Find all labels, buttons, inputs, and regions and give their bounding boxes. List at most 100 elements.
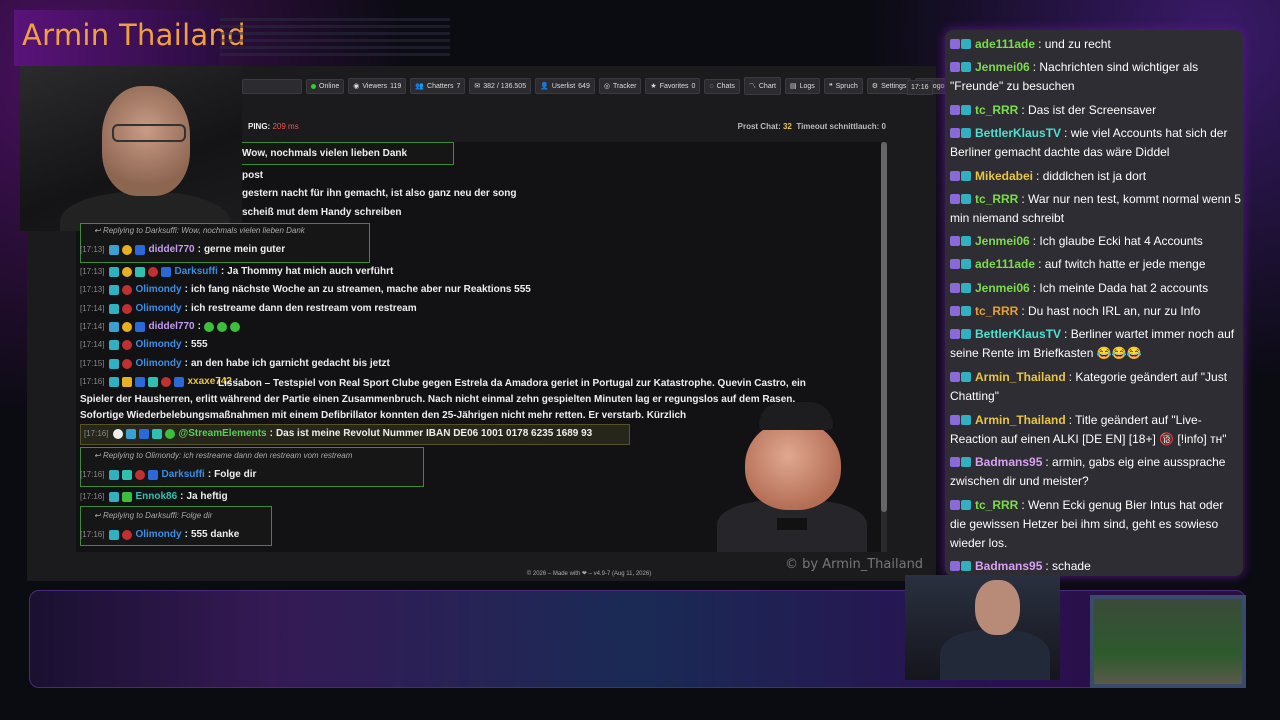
- stream-chat-message: tc_RRR: Wenn Ecki genug Bier Intus hat o…: [950, 496, 1242, 553]
- timestamp: [17:14]: [80, 322, 105, 331]
- message-text: gerne mein guter: [203, 244, 286, 255]
- timestamp: [17:14]: [80, 304, 105, 313]
- timeout-value: 0: [881, 121, 886, 131]
- stream-chat-username[interactable]: Jenmei06: [975, 60, 1030, 74]
- status-bar: PING: 209 ms Prost Chat: 32 Timeout schn…: [242, 118, 886, 134]
- message-text: Folge dir: [214, 469, 257, 480]
- reply-text: Replying to Darksuffi: Wow, nochmals vie…: [102, 226, 305, 235]
- scrollbar-thumb[interactable]: [881, 142, 887, 512]
- chatters-button[interactable]: 👥 Chatters 7: [410, 78, 466, 94]
- search-input[interactable]: [242, 78, 302, 94]
- logs-button[interactable]: ▤ Logs: [785, 78, 820, 94]
- cartoon-character-image: [705, 400, 880, 552]
- logs-icon: ▤: [790, 83, 797, 90]
- spruch-button[interactable]: ❝ Spruch: [823, 78, 863, 94]
- username[interactable]: diddel770: [148, 321, 194, 332]
- stream-chat-username[interactable]: Mikedabei: [975, 169, 1033, 183]
- stream-chat-message: Armin_Thailand: Title geändert auf "Live…: [950, 411, 1242, 449]
- person-body: [940, 630, 1050, 680]
- username[interactable]: Olimondy: [135, 339, 181, 350]
- timestamp: [17:15]: [80, 359, 105, 368]
- tracker-button[interactable]: ◎ Tracker: [598, 78, 642, 94]
- username[interactable]: diddel770: [148, 244, 194, 255]
- stream-chat-message: tc_RRR: Das ist der Screensaver: [950, 101, 1242, 120]
- badge-icon: [961, 259, 971, 269]
- username[interactable]: Darksuffi: [174, 266, 217, 277]
- favorites-count: 0: [691, 82, 696, 90]
- username[interactable]: Olimondy: [135, 358, 181, 369]
- quote-icon: ❝: [828, 83, 833, 90]
- stream-chat-username[interactable]: Jenmei06: [975, 234, 1030, 248]
- badge-icon: [950, 372, 960, 382]
- bowler-hat-icon: [759, 402, 833, 430]
- stream-chat-username[interactable]: tc_RRR: [975, 498, 1018, 512]
- message-icon: ✉: [474, 83, 481, 90]
- username[interactable]: Olimondy: [135, 284, 181, 295]
- stream-chat-username[interactable]: tc_RRR: [975, 304, 1018, 318]
- chat-message: [17:13] Darksuffi: Ja Thommy hat mich au…: [80, 266, 394, 277]
- userlist-label: Userlist: [551, 82, 576, 90]
- timestamp: [17:14]: [80, 340, 105, 349]
- badge-icon: [109, 244, 120, 255]
- badge-icon: [950, 236, 960, 246]
- stream-chat-username[interactable]: tc_RRR: [975, 103, 1018, 117]
- badge-icon: [950, 329, 960, 339]
- badge-icon: [109, 339, 120, 350]
- chart-button[interactable]: 〽 Chart: [743, 77, 781, 95]
- stream-chat-username[interactable]: ade111ade: [975, 37, 1035, 51]
- stream-chat-username[interactable]: Jenmei06: [975, 281, 1030, 295]
- username[interactable]: Darksuffi: [161, 469, 204, 480]
- chats-icon: ◌: [709, 82, 714, 90]
- timeout-label: Timeout schnittlauch:: [796, 121, 880, 131]
- flag-icon: [122, 303, 133, 314]
- partial-line: scheiß mut dem Handy schreiben: [242, 207, 402, 218]
- settings-label: Settings: [881, 82, 907, 90]
- online-button[interactable]: Online: [306, 78, 345, 94]
- stream-chat-username[interactable]: Badmans95: [975, 455, 1042, 469]
- stream-chat-username[interactable]: Badmans95: [975, 559, 1042, 573]
- viewers-button[interactable]: ◉ Viewers 119: [348, 78, 407, 94]
- badge-icon: [122, 469, 133, 480]
- badge-icon: [950, 415, 960, 425]
- stream-chat-username[interactable]: Armin_Thailand: [975, 370, 1066, 384]
- eye-icon: ◉: [353, 83, 360, 90]
- stream-chat-username[interactable]: BettlerKlausTV: [975, 327, 1061, 341]
- badge-icon: [109, 321, 120, 332]
- badge-icon: [961, 500, 971, 510]
- chatters-count: 7: [456, 82, 461, 90]
- reply-quote: ↩ Replying to Olimondy: ich restreame da…: [94, 451, 353, 460]
- badge-icon: [109, 491, 120, 502]
- stream-chat-username[interactable]: Armin_Thailand: [975, 413, 1066, 427]
- settings-button[interactable]: ⚙ Settings: [866, 78, 912, 94]
- watermark: © by Armin_Thailand: [785, 557, 924, 572]
- stream-chat-username[interactable]: ade111ade: [975, 257, 1035, 271]
- clock: 17:16: [907, 80, 933, 95]
- badge-icon: [122, 491, 133, 502]
- stream-chat-username[interactable]: tc_RRR: [975, 192, 1018, 206]
- chat-message: [17:15] Olimondy: an den habe ich garnic…: [80, 358, 390, 369]
- messages-count: 382 / 136.505: [483, 82, 527, 90]
- userlist-button[interactable]: 👤 Userlist 649: [535, 78, 595, 94]
- favorites-button[interactable]: ★ Favorites 0: [645, 78, 701, 94]
- chats-button[interactable]: ◌ Chats: [704, 78, 740, 94]
- viewers-count: 119: [390, 82, 402, 90]
- timestamp: [17:16]: [84, 429, 109, 438]
- username[interactable]: @StreamElements: [178, 428, 266, 439]
- ping-label: PING:: [248, 121, 271, 131]
- bottom-decor-bar: [29, 590, 1246, 688]
- messages-button[interactable]: ✉ 382 / 136.505: [469, 78, 532, 94]
- username[interactable]: Ennok86: [135, 491, 177, 502]
- chat-message: [17:13] Olimondy: ich fang nächste Woche…: [80, 284, 531, 295]
- reply-quote: ↩ Replying to Darksuffi: Wow, nochmals v…: [94, 226, 305, 235]
- stream-chat-text: : Du hast noch IRL an, nur zu Info: [1021, 304, 1201, 318]
- username[interactable]: Olimondy: [135, 303, 181, 314]
- partial-line: post: [242, 170, 264, 181]
- stream-chat-username[interactable]: BettlerKlausTV: [975, 126, 1061, 140]
- badge-icon: [135, 321, 146, 332]
- chat-scrollbar[interactable]: [881, 142, 887, 552]
- username[interactable]: Olimondy: [135, 529, 181, 540]
- message-text: ich fang nächste Woche an zu streamen, m…: [190, 284, 531, 295]
- timestamp: [17:13]: [80, 245, 105, 254]
- gear-icon: ⚙: [871, 83, 879, 90]
- badge-icon: [109, 358, 120, 369]
